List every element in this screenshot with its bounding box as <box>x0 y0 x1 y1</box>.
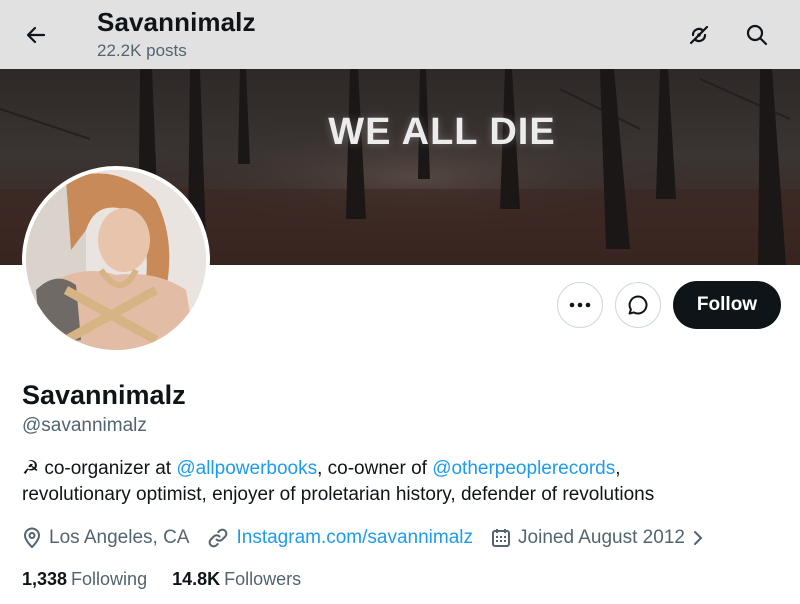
banner-text: WE ALL DIE <box>328 111 556 153</box>
display-name: Savannimalz <box>22 380 186 410</box>
back-button[interactable] <box>18 17 54 53</box>
following-label: Following <box>71 569 148 589</box>
bio-text: co-organizer at <box>39 458 177 479</box>
joined-date: Joined August 2012 <box>491 527 712 549</box>
bio-text: , co-owner of <box>317 458 433 479</box>
search-icon <box>746 24 768 46</box>
bio: ☭ co-organizer at @allpowerbooks, co-own… <box>22 456 782 508</box>
mention-allpowerbooks[interactable]: @allpowerbooks <box>176 458 317 479</box>
header-title-block: Savannimalz 22.2K posts <box>97 6 256 62</box>
followers-stat[interactable]: 14.8K Followers <box>172 566 301 592</box>
following-count: 1,338 <box>22 569 68 589</box>
more-button[interactable] <box>557 282 603 328</box>
following-stat[interactable]: 1,338 Following <box>22 566 147 592</box>
bio-text: , <box>615 458 621 479</box>
bio-line-1: ☭ co-organizer at @allpowerbooks, co-own… <box>22 456 782 482</box>
website-link[interactable]: Instagram.com/savannimalz <box>236 527 473 549</box>
calendar-icon <box>492 529 511 547</box>
location-text: Los Angeles, CA <box>49 527 190 548</box>
message-button[interactable] <box>615 282 661 328</box>
user-handle: @savannimalz <box>22 415 147 436</box>
hammer-sickle-emoji: ☭ <box>22 458 40 479</box>
location: Los Angeles, CA <box>22 527 189 549</box>
location-pin-icon <box>23 527 41 549</box>
search-button[interactable] <box>739 17 775 53</box>
avatar[interactable] <box>22 166 210 354</box>
avatar-image <box>26 170 206 350</box>
arrow-left-icon <box>26 26 46 44</box>
profile-meta: Los Angeles, CA Instagram.com/savannimal… <box>22 524 730 552</box>
message-icon <box>628 295 648 315</box>
page-title: Savannimalz <box>97 7 256 37</box>
posts-count: 22.2K posts <box>97 41 187 60</box>
followers-label: Followers <box>224 569 302 589</box>
bio-line-2: revolutionary optimist, enjoyer of prole… <box>22 484 655 505</box>
mention-otherpeoplerecords[interactable]: @otherpeoplerecords <box>432 458 615 479</box>
joined-text: Joined August 2012 <box>518 527 685 548</box>
link-icon <box>209 528 228 548</box>
satellite-off-button[interactable] <box>681 17 717 53</box>
satellite-off-icon <box>689 25 709 45</box>
follow-stats: 1,338 Following 14.8K Followers <box>22 566 326 592</box>
top-bar: Savannimalz 22.2K posts <box>0 0 800 69</box>
more-icon <box>569 302 591 308</box>
follow-button[interactable]: Follow <box>673 281 781 329</box>
website[interactable]: Instagram.com/savannimalz <box>207 527 473 549</box>
followers-count: 14.8K <box>172 569 221 589</box>
chevron-right-icon[interactable] <box>691 529 705 547</box>
